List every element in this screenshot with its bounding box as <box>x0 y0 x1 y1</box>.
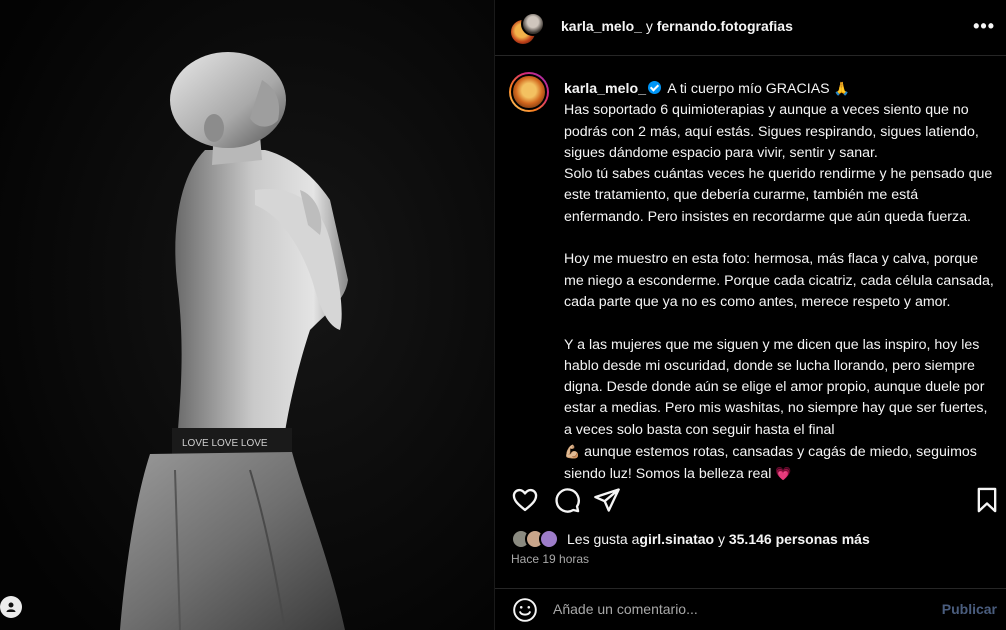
like-heart-icon[interactable] <box>511 486 539 514</box>
post-caption: karla_melo_ A ti cuerpo mío GRACIAS 🙏 Ha… <box>495 58 1006 482</box>
pray-emoji: 🙏 <box>833 81 850 96</box>
comment-bubble-icon[interactable] <box>553 486 581 514</box>
caption-paragraph: Y a las mujeres que me siguen y me dicen… <box>564 336 988 438</box>
emoji-smiley-icon[interactable] <box>512 597 538 623</box>
likes-prefix: Les gusta a <box>567 531 640 547</box>
likes-summary: Les gusta a girl.sinatao y 35.146 person… <box>511 528 870 550</box>
comment-input[interactable] <box>553 601 913 617</box>
publish-comment-button[interactable]: Publicar <box>942 601 997 617</box>
flexed-arm-emoji: 💪🏼 <box>564 444 581 460</box>
comment-bar: Publicar <box>495 588 1006 630</box>
post-timestamp[interactable]: Hace 19 horas <box>511 552 589 566</box>
caption-paragraph-end: aunque estemos rotas, cansadas y cagás d… <box>564 444 977 483</box>
caption-username-link[interactable]: karla_melo_ <box>564 81 646 97</box>
caption-avatar[interactable] <box>509 72 549 112</box>
post-panel: karla_melo_ y fernando.fotografias ••• k… <box>494 0 1006 630</box>
photo-illustration: LOVE LOVE LOVE <box>0 0 494 630</box>
action-bar <box>495 480 1006 520</box>
liker-username-link[interactable]: girl.sinatao <box>639 531 714 547</box>
author-username-link[interactable]: karla_melo_ <box>561 18 642 34</box>
verified-badge-icon <box>648 81 662 94</box>
post-header: karla_melo_ y fernando.fotografias ••• <box>495 0 1006 56</box>
more-options-icon[interactable]: ••• <box>973 16 995 37</box>
caption-title: A ti cuerpo mío GRACIAS <box>667 81 830 97</box>
likes-count-link[interactable]: 35.146 personas más <box>729 531 870 547</box>
liker-avatars[interactable] <box>511 528 563 550</box>
caption-paragraph: Has soportado 6 quimioterapias y aunque … <box>564 102 979 161</box>
avatar[interactable] <box>521 12 545 36</box>
likes-middle: y <box>714 531 729 547</box>
tagged-user-icon[interactable] <box>0 596 22 618</box>
coauthor-username-link[interactable]: fernando.fotografias <box>657 18 793 34</box>
caption-paragraph: Solo tú sabes cuántas veces he querido r… <box>564 166 993 225</box>
save-bookmark-icon[interactable] <box>973 486 1001 514</box>
post-photo[interactable]: LOVE LOVE LOVE <box>0 0 494 630</box>
authors-separator: y <box>641 18 657 34</box>
svg-text:LOVE LOVE LOVE: LOVE LOVE LOVE <box>182 438 268 449</box>
caption-text: karla_melo_ A ti cuerpo mío GRACIAS 🙏 Ha… <box>564 78 994 486</box>
share-paper-plane-icon[interactable] <box>593 486 621 514</box>
post-authors: karla_melo_ y fernando.fotografias <box>561 18 793 34</box>
author-avatars[interactable] <box>509 12 545 46</box>
caption-paragraph: Hoy me muestro en esta foto: hermosa, má… <box>564 251 994 310</box>
